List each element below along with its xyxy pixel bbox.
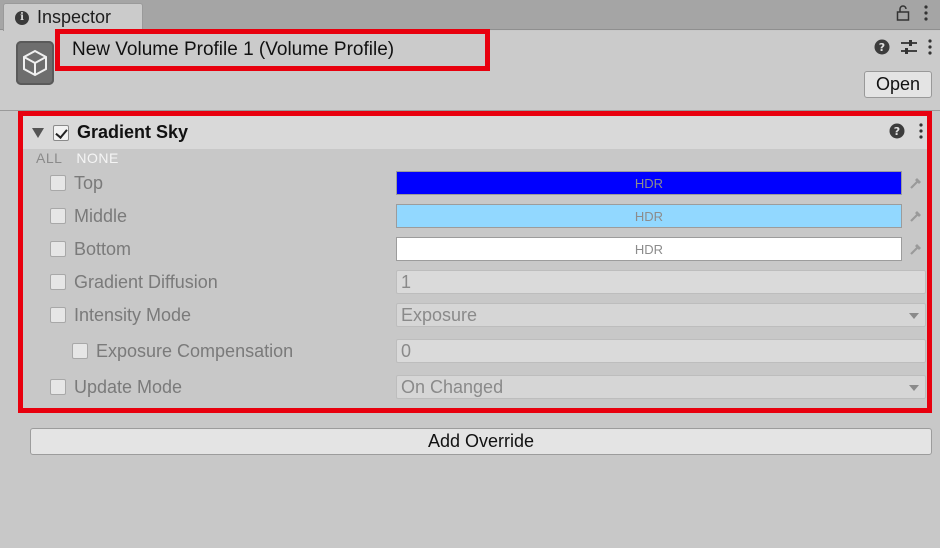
component-highlight: Gradient Sky ? ALL NONE Top HDR Middle H… <box>18 111 932 413</box>
color-field-bottom[interactable]: HDR <box>396 237 902 261</box>
chevron-down-icon <box>909 313 919 319</box>
override-toggle-group: ALL NONE <box>36 150 119 166</box>
property-label: Gradient Diffusion <box>74 271 218 292</box>
property-label: Bottom <box>74 238 132 259</box>
override-checkbox[interactable] <box>50 307 66 323</box>
inspector-header: New Volume Profile 1 (Volume Profile) ? … <box>0 29 940 111</box>
hdr-label: HDR <box>634 241 664 257</box>
none-button[interactable]: NONE <box>76 150 118 166</box>
info-icon: i <box>15 10 29 25</box>
property-row-gradient-diffusion: Gradient Diffusion 1 <box>23 269 927 295</box>
property-row-update-mode: Update Mode On Changed <box>23 374 927 400</box>
update-mode-dropdown[interactable]: On Changed <box>396 375 926 399</box>
help-icon[interactable]: ? <box>889 123 905 139</box>
property-label: Top <box>74 172 104 193</box>
intensity-mode-dropdown[interactable]: Exposure <box>396 303 926 327</box>
add-override-button[interactable]: Add Override <box>30 428 932 455</box>
help-icon[interactable]: ? <box>874 39 890 55</box>
dropdown-value: Exposure <box>401 304 478 325</box>
eyedropper-icon[interactable] <box>907 240 925 258</box>
eyedropper-icon[interactable] <box>907 174 925 192</box>
more-vertical-icon[interactable] <box>919 123 923 139</box>
override-checkbox[interactable] <box>50 274 66 290</box>
page-title: New Volume Profile 1 (Volume Profile) <box>72 39 395 60</box>
color-field-middle[interactable]: HDR <box>396 204 902 228</box>
property-label: Update Mode <box>74 376 183 397</box>
tab-bar: i Inspector <box>0 0 940 31</box>
property-row-middle: Middle HDR <box>23 203 927 229</box>
override-checkbox[interactable] <box>50 241 66 257</box>
svg-text:?: ? <box>894 125 900 138</box>
all-button[interactable]: ALL <box>36 150 62 166</box>
chevron-down-icon <box>909 385 919 391</box>
more-vertical-icon[interactable] <box>928 39 932 55</box>
preset-settings-icon[interactable] <box>900 39 918 55</box>
property-row-exposure-compensation: Exposure Compensation 0 <box>23 338 927 364</box>
gradient-diffusion-input[interactable]: 1 <box>396 270 926 294</box>
component-header[interactable]: Gradient Sky ? <box>23 116 927 149</box>
property-label: Middle <box>74 205 128 226</box>
property-label: Intensity Mode <box>74 304 192 325</box>
exposure-compensation-input[interactable]: 0 <box>396 339 926 363</box>
component-enabled-checkbox[interactable] <box>53 124 69 141</box>
override-checkbox[interactable] <box>50 175 66 191</box>
property-row-intensity-mode: Intensity Mode Exposure <box>23 302 927 328</box>
volume-profile-asset-icon <box>16 41 54 85</box>
lock-icon[interactable] <box>896 5 910 21</box>
property-label: Exposure Compensation <box>96 340 294 361</box>
eyedropper-icon[interactable] <box>907 207 925 225</box>
hdr-label: HDR <box>634 208 664 224</box>
override-checkbox[interactable] <box>50 379 66 395</box>
tab-label: Inspector <box>37 7 112 27</box>
component-title: Gradient Sky <box>77 122 189 142</box>
override-checkbox[interactable] <box>50 208 66 224</box>
override-checkbox[interactable] <box>72 343 88 359</box>
tab-inspector[interactable]: i Inspector <box>3 3 143 31</box>
color-field-top[interactable]: HDR <box>396 171 902 195</box>
title-highlight: New Volume Profile 1 (Volume Profile) <box>55 29 490 71</box>
hdr-label: HDR <box>634 175 664 191</box>
foldout-arrow-icon[interactable] <box>32 127 44 138</box>
more-vertical-icon[interactable] <box>924 5 928 21</box>
property-row-bottom: Bottom HDR <box>23 236 927 262</box>
svg-text:?: ? <box>879 41 885 54</box>
open-button[interactable]: Open <box>864 71 932 98</box>
dropdown-value: On Changed <box>401 376 504 397</box>
property-row-top: Top HDR <box>23 170 927 196</box>
